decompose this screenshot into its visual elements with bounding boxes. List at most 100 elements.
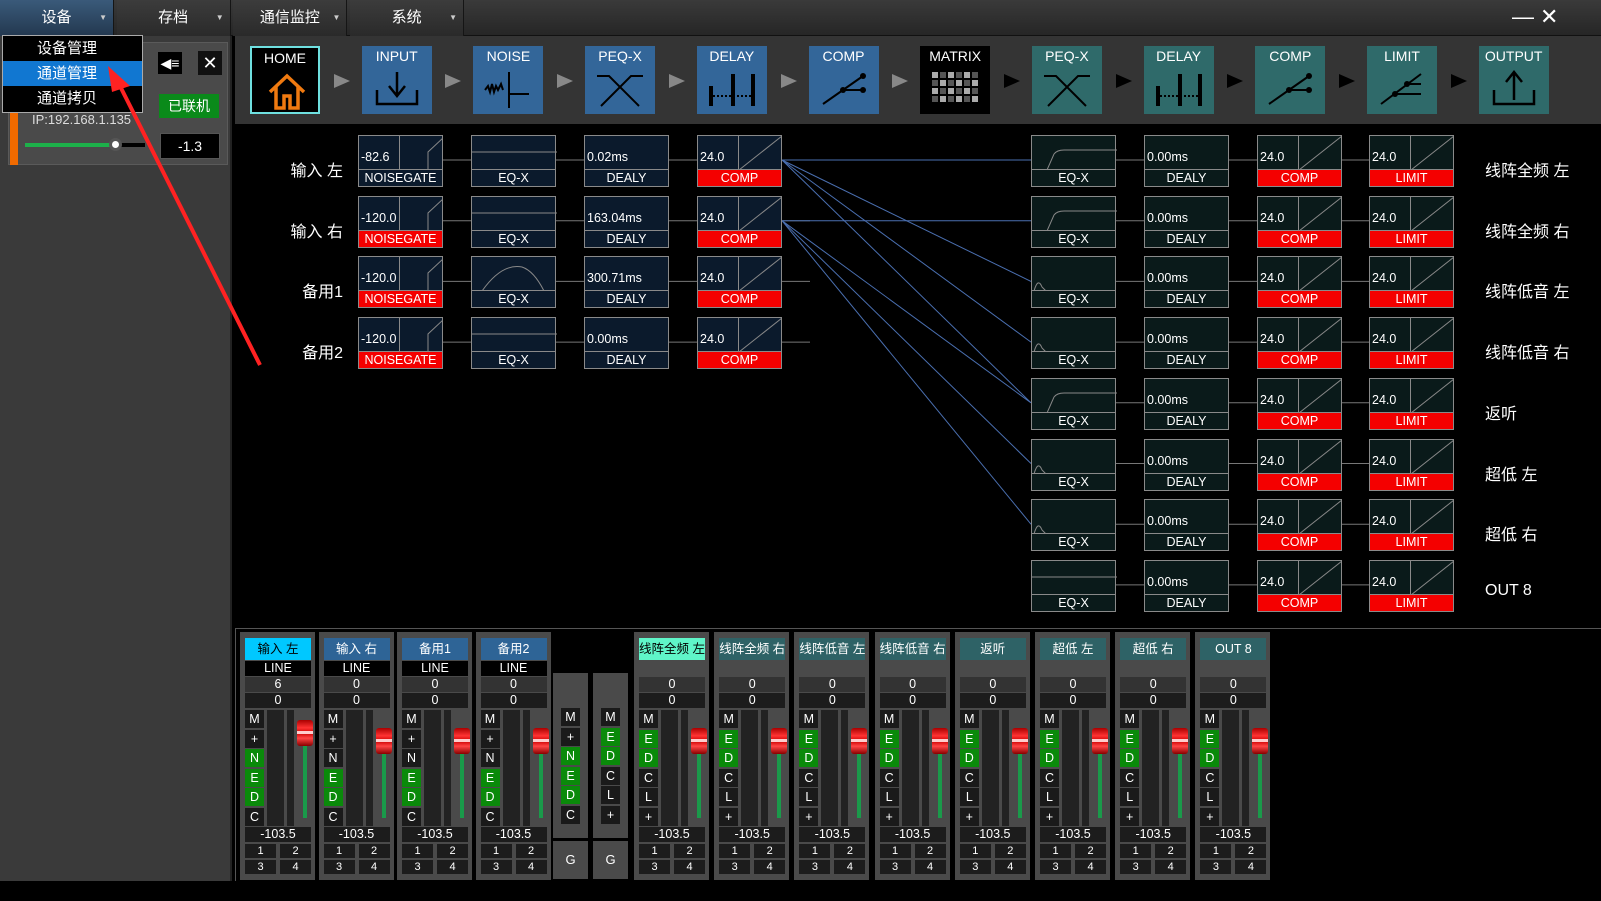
channel-L-button[interactable]: L	[879, 788, 899, 807]
channel-name-button[interactable]: OUT 8	[1200, 638, 1267, 660]
group-E-button[interactable]: E	[561, 766, 580, 785]
channel-L-button[interactable]: L	[799, 788, 819, 807]
trim-value[interactable]: 0	[402, 693, 468, 708]
group-M-button[interactable]: M	[561, 708, 580, 726]
comp-block[interactable]: 24.0 COMP	[1257, 559, 1343, 612]
fader-handle[interactable]	[771, 728, 788, 754]
route-button[interactable]: 1	[402, 844, 433, 858]
route-button[interactable]: 3	[959, 860, 991, 874]
eq-block[interactable]: EQ-X	[1031, 559, 1117, 612]
nav-limit-button[interactable]: LIMIT	[1367, 46, 1437, 114]
comp-block[interactable]: 24.0 COMP	[697, 195, 783, 248]
route-button[interactable]: 1	[959, 844, 991, 858]
channel-C-button[interactable]: C	[1040, 768, 1059, 787]
limit-block[interactable]: 24.0 LIMIT	[1369, 256, 1455, 309]
comp-block[interactable]: 24.0 COMP	[1257, 256, 1343, 309]
nav-peq-x-button[interactable]: PEQ-X	[1031, 46, 1102, 114]
channel-D-button[interactable]: D	[245, 788, 264, 807]
source-select[interactable]: LINE	[323, 661, 390, 676]
eq-block[interactable]: EQ-X	[1031, 256, 1116, 309]
fader-handle[interactable]	[1092, 728, 1108, 754]
channel-+-button[interactable]: +	[402, 729, 421, 748]
gain-value[interactable]: 0	[1200, 677, 1267, 692]
group-E-button[interactable]: E	[601, 727, 620, 746]
channel-M-button[interactable]: M	[1120, 710, 1140, 728]
comp-block[interactable]: 24.0 COMP	[1257, 499, 1343, 552]
menu-tab[interactable]: 通信监控 ▼	[233, 0, 348, 36]
eq-block[interactable]: EQ-X	[1031, 377, 1117, 430]
route-button[interactable]: 4	[1155, 860, 1187, 874]
close-window-button[interactable]: ✕	[1540, 4, 1558, 30]
gain-value[interactable]: 0	[323, 677, 390, 692]
trim-value[interactable]: 0	[1040, 693, 1106, 708]
channel-+-button[interactable]: +	[719, 808, 739, 826]
group-C-button[interactable]: C	[601, 766, 620, 785]
limit-block[interactable]: 24.0 LIMIT	[1369, 499, 1455, 552]
channel-E-button[interactable]: E	[879, 729, 899, 748]
channel-L-button[interactable]: L	[1200, 788, 1220, 807]
gate-block[interactable]: -120.0 NOISEGATE	[358, 317, 444, 370]
channel-C-button[interactable]: C	[402, 808, 421, 826]
nav-delay-button[interactable]: DELAY	[696, 46, 767, 114]
channel-D-button[interactable]: D	[719, 749, 739, 768]
route-button[interactable]: 2	[1075, 844, 1106, 858]
route-button[interactable]: 3	[323, 860, 355, 874]
route-button[interactable]: 1	[1200, 844, 1232, 858]
channel-C-button[interactable]: C	[959, 768, 979, 787]
route-button[interactable]: 1	[719, 844, 751, 858]
comp-block[interactable]: 24.0 COMP	[697, 317, 783, 370]
channel-E-button[interactable]: E	[480, 768, 500, 787]
channel-M-button[interactable]: M	[480, 710, 500, 728]
group-g-button[interactable]: G	[553, 841, 588, 879]
dropdown-item[interactable]: 通道管理	[3, 61, 142, 86]
route-button[interactable]: 4	[358, 860, 390, 874]
route-button[interactable]: 4	[674, 860, 705, 874]
channel-+-button[interactable]: +	[799, 808, 819, 826]
channel-D-button[interactable]: D	[799, 749, 819, 768]
route-button[interactable]: 4	[1075, 860, 1106, 874]
channel-+-button[interactable]: +	[959, 808, 979, 826]
fader-handle[interactable]	[851, 728, 868, 754]
gate-block[interactable]: -82.6 NOISEGATE	[358, 135, 444, 187]
channel-C-button[interactable]: C	[879, 768, 899, 787]
group-D-button[interactable]: D	[561, 786, 580, 805]
channel-M-button[interactable]: M	[959, 710, 979, 728]
fader-handle[interactable]	[375, 728, 392, 754]
route-button[interactable]: 3	[1120, 860, 1152, 874]
route-button[interactable]: 1	[799, 844, 831, 858]
fader-handle[interactable]	[691, 728, 707, 754]
gate-block[interactable]: -120.0 NOISEGATE	[358, 195, 444, 248]
channel-name-button[interactable]: 线阵低音 右	[879, 638, 946, 660]
menu-tab[interactable]: 存档 ▼	[116, 0, 231, 36]
route-button[interactable]: 3	[480, 860, 512, 874]
route-button[interactable]: 2	[674, 844, 705, 858]
gain-value[interactable]: 0	[1040, 677, 1106, 692]
route-button[interactable]: 3	[1200, 860, 1232, 874]
gain-value[interactable]: 0	[1120, 677, 1187, 692]
trim-value[interactable]: 0	[1200, 693, 1267, 708]
route-button[interactable]: 3	[1040, 860, 1071, 874]
channel-N-button[interactable]: N	[402, 749, 421, 768]
dropdown-item[interactable]: 设备管理	[3, 36, 142, 61]
nav-delay-button[interactable]: DELAY	[1143, 46, 1214, 114]
trim-value[interactable]: 0	[799, 693, 866, 708]
channel-E-button[interactable]: E	[1200, 729, 1220, 748]
channel-L-button[interactable]: L	[719, 788, 739, 807]
delay-block[interactable]: 300.71ms DEALY	[584, 256, 669, 309]
group-M-button[interactable]: M	[601, 708, 620, 726]
route-button[interactable]: 1	[245, 844, 276, 858]
route-button[interactable]: 4	[280, 860, 311, 874]
channel-C-button[interactable]: C	[480, 808, 500, 826]
nav-input-button[interactable]: INPUT	[361, 46, 432, 114]
eq-block[interactable]: EQ-X	[1031, 135, 1117, 187]
channel-name-button[interactable]: 超低 左	[1040, 638, 1106, 660]
route-button[interactable]: 1	[323, 844, 355, 858]
route-button[interactable]: 2	[515, 844, 547, 858]
route-button[interactable]: 4	[437, 860, 468, 874]
route-button[interactable]: 3	[639, 860, 670, 874]
channel-N-button[interactable]: N	[480, 749, 500, 768]
nav-comp-button[interactable]: COMP	[1255, 46, 1326, 114]
channel-M-button[interactable]: M	[245, 710, 264, 728]
delay-block[interactable]: 0.00ms DEALY	[1144, 499, 1229, 552]
delay-block[interactable]: 0.00ms DEALY	[1144, 559, 1229, 612]
